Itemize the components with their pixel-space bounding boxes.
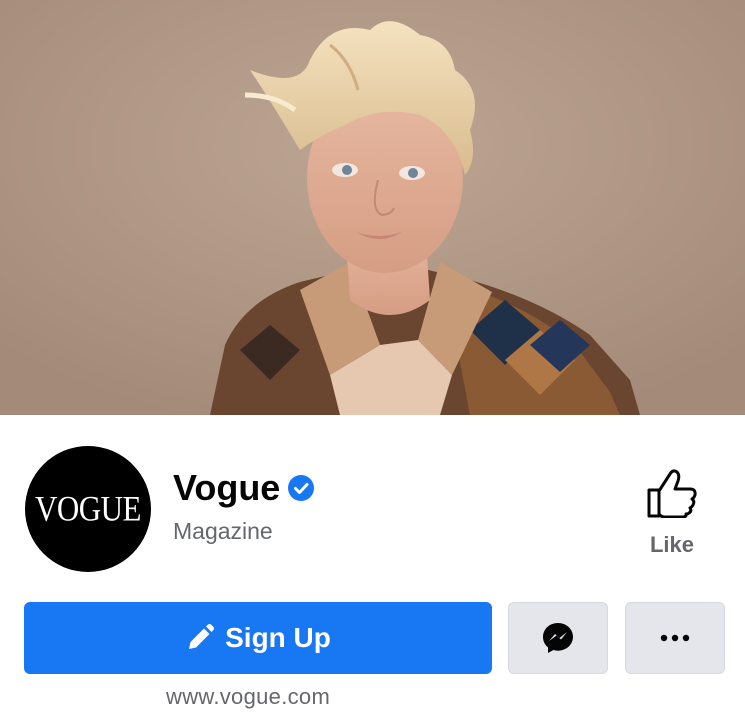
page-category: Magazine — [173, 518, 273, 544]
more-dots-icon — [660, 634, 690, 642]
messenger-icon — [543, 623, 573, 653]
like-label: Like — [649, 532, 695, 557]
more-options-button[interactable] — [625, 602, 725, 674]
cover-photo[interactable] — [0, 0, 745, 415]
thumbs-up-icon — [647, 469, 697, 518]
sign-up-label: Sign Up — [225, 622, 331, 653]
like-button[interactable]: Like — [628, 468, 716, 564]
sign-up-button[interactable]: Sign Up — [24, 602, 492, 674]
website-link[interactable]: www.vogue.com — [166, 684, 330, 710]
pencil-icon — [189, 624, 215, 649]
page-name[interactable]: Vogue — [173, 467, 280, 509]
page-name-row: Vogue — [173, 466, 315, 510]
messenger-button[interactable] — [508, 602, 608, 674]
avatar-logo-text: VOGUE — [35, 488, 142, 529]
verified-badge-icon — [288, 475, 315, 501]
cover-photo-illustration — [0, 0, 745, 415]
profile-avatar[interactable]: VOGUE — [25, 446, 151, 572]
